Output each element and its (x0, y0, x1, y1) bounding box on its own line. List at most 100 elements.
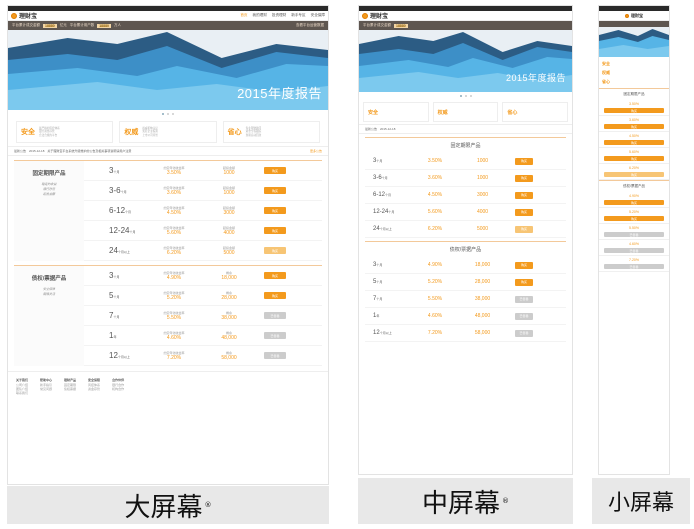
product-row[interactable]: 5个月 约定年化收益率 5.20% 剩余 28,000 购买 (84, 286, 322, 306)
carousel-dots[interactable] (359, 92, 572, 100)
feature-card[interactable]: 权威 (432, 102, 499, 122)
buy-button[interactable]: 已售罄 (515, 312, 533, 320)
footer-link[interactable]: 机构合作 (112, 387, 124, 391)
buy-button[interactable]: 购买 (264, 187, 286, 194)
product-row[interactable]: 6-12个月 4.50% 3000 购买 (365, 187, 566, 204)
buy-button[interactable]: 购买 (515, 278, 533, 286)
product-row[interactable]: 7.20% 已售罄 (599, 256, 669, 272)
product-amount: 5000 (460, 226, 505, 232)
product-row[interactable]: 3-6个月 约定年化收益率 3.60% 起投金额 1000 购买 (84, 181, 322, 201)
buy-button[interactable]: 购买 (515, 174, 533, 182)
buy-button[interactable]: 购买 (604, 200, 664, 205)
product-row[interactable]: 3.50% 购买 (599, 100, 669, 116)
feature-card[interactable]: 省心 (502, 102, 569, 122)
buy-button[interactable]: 已售罄 (264, 332, 286, 339)
product-row[interactable]: 4.60% 已售罄 (599, 240, 669, 256)
buy-button[interactable]: 已售罄 (264, 312, 286, 319)
logo-icon (362, 12, 368, 19)
buy-button[interactable]: 已售罄 (515, 329, 533, 337)
feature-title[interactable]: 省心 (602, 77, 666, 86)
product-row[interactable]: 7个月 约定年化收益率 5.50% 剩余 38,000 已售罄 (84, 306, 322, 326)
product-row[interactable]: 5.50% 已售罄 (599, 224, 669, 240)
buy-button[interactable]: 购买 (264, 292, 286, 299)
footer-link[interactable]: 债权票据 (64, 387, 76, 391)
buy-button[interactable]: 购买 (604, 216, 664, 221)
amount-value: 58,000 (474, 330, 491, 336)
product-row[interactable]: 6-12个月 约定年化收益率 4.50% 起投金额 3000 购买 (84, 201, 322, 221)
stats-link[interactable]: 查看平台运营数据 (296, 23, 324, 28)
buy-button[interactable]: 购买 (264, 207, 286, 214)
buy-button[interactable]: 购买 (515, 261, 533, 269)
product-row[interactable]: 12个月以上 约定年化收益率 7.20% 剩余 58,000 已售罄 (84, 346, 322, 366)
nav-item[interactable]: 新手专区 (291, 13, 305, 18)
announcement-text[interactable]: 关于理财宝平台系统升级维护的公告及相关事项说明请用户注意 (47, 149, 131, 153)
buy-button[interactable]: 购买 (604, 140, 664, 145)
product-rate: 5.20% (410, 279, 460, 285)
feature-card[interactable]: 省心 专业理财顾问 资金全程跟踪 到期自动回款 (222, 121, 320, 143)
product-row[interactable]: 24个月以上 6.20% 5000 购买 (365, 221, 566, 238)
rate-label: 约定年化收益率 (163, 270, 185, 275)
footer-heading: 帮助中心 (40, 378, 53, 382)
product-row[interactable]: 12个月以上 7.20% 58,000 已售罄 (365, 325, 566, 342)
feature-card[interactable]: 权威 权威机构认证 知名企业投资 上市公司背景 (119, 121, 217, 143)
feature-card[interactable]: 安全 最严格的风控体系 银行资金存管 合法合规的平台 (16, 121, 114, 143)
logo[interactable]: 理财宝 (362, 11, 388, 20)
product-row[interactable]: 12-24个月 约定年化收益率 5.60% 起投金额 4000 购买 (84, 221, 322, 241)
footer-link[interactable]: 常见问题 (40, 387, 52, 391)
stats-strip: 平台累计成交金额 18880 (359, 21, 572, 30)
product-amount: 1000 (460, 175, 505, 181)
product-row[interactable]: 24个月以上 约定年化收益率 6.20% 起投金额 5000 购买 (84, 241, 322, 261)
buy-button[interactable]: 购买 (515, 225, 533, 233)
footer-link[interactable]: 联系我们 (16, 391, 28, 395)
product-row[interactable]: 3个月 4.90% 18,000 购买 (365, 257, 566, 274)
product-row[interactable]: 4.50% 购买 (599, 132, 669, 148)
footer-link[interactable]: 资金存管 (88, 387, 100, 391)
buy-button[interactable]: 已售罄 (604, 248, 664, 253)
nav-item[interactable]: 安全保障 (311, 13, 325, 18)
buy-button[interactable]: 已售罄 (264, 352, 286, 359)
buy-button[interactable]: 购买 (515, 208, 533, 216)
product-row[interactable]: 12-24个月 5.60% 4000 购买 (365, 204, 566, 221)
product-row[interactable]: 3.60% 购买 (599, 116, 669, 132)
logo[interactable]: 理财宝 (625, 13, 643, 19)
buy-button[interactable]: 已售罄 (515, 295, 533, 303)
product-row[interactable]: 5.60% 购买 (599, 148, 669, 164)
buy-button[interactable]: 购买 (515, 157, 533, 165)
product-row[interactable]: 3-6个月 3.60% 1000 购买 (365, 170, 566, 187)
buy-button[interactable]: 购买 (604, 156, 664, 161)
announcement-more-link[interactable]: 更多公告 (310, 149, 322, 153)
product-row[interactable]: 3个月 约定年化收益率 4.90% 剩余 18,000 购买 (84, 266, 322, 286)
nav-item[interactable]: 我的理财 (253, 13, 267, 18)
carousel-dots[interactable] (8, 110, 328, 118)
buy-button[interactable]: 购买 (604, 172, 664, 177)
product-row[interactable]: 5个月 5.20% 28,000 购买 (365, 274, 566, 291)
feature-card[interactable]: 安全 (363, 102, 429, 122)
buy-button[interactable]: 购买 (264, 227, 286, 234)
feature-title[interactable]: 安全 (602, 59, 666, 68)
feature-title[interactable]: 权威 (602, 68, 666, 77)
product-rate: 约定年化收益率 3.50% (144, 166, 204, 176)
logo[interactable]: 理财宝 (11, 11, 37, 20)
product-row[interactable]: 3个月 3.50% 1000 购买 (365, 153, 566, 170)
buy-button[interactable]: 购买 (264, 247, 286, 254)
product-row[interactable]: 5.20% 购买 (599, 208, 669, 224)
hero-banner[interactable]: 2015年度报告 (8, 30, 328, 110)
buy-button[interactable]: 已售罄 (604, 264, 664, 269)
product-row[interactable]: 1年 4.60% 48,000 已售罄 (365, 308, 566, 325)
buy-button[interactable]: 已售罄 (604, 232, 664, 237)
product-row[interactable]: 6.20% 购买 (599, 164, 669, 180)
product-row[interactable]: 7个月 5.50% 38,000 已售罄 (365, 291, 566, 308)
amount-label: 剩余 (225, 310, 232, 315)
buy-button[interactable]: 购买 (604, 124, 664, 129)
buy-button[interactable]: 购买 (515, 191, 533, 199)
buy-button[interactable]: 购买 (264, 272, 286, 279)
product-row[interactable]: 4.90% 购买 (599, 192, 669, 208)
nav-item[interactable]: 投资理财 (272, 13, 286, 18)
hero-banner[interactable]: 2015年度报告 (359, 30, 572, 92)
buy-button[interactable]: 购买 (264, 167, 286, 174)
nav-item[interactable]: 首页 (240, 13, 247, 18)
buy-button[interactable]: 购买 (604, 108, 664, 113)
product-row[interactable]: 1年 约定年化收益率 4.60% 剩余 48,000 已售罄 (84, 326, 322, 346)
product-row[interactable]: 3个月 约定年化收益率 3.50% 起投金额 1000 购买 (84, 161, 322, 181)
hero-banner[interactable] (599, 27, 669, 57)
